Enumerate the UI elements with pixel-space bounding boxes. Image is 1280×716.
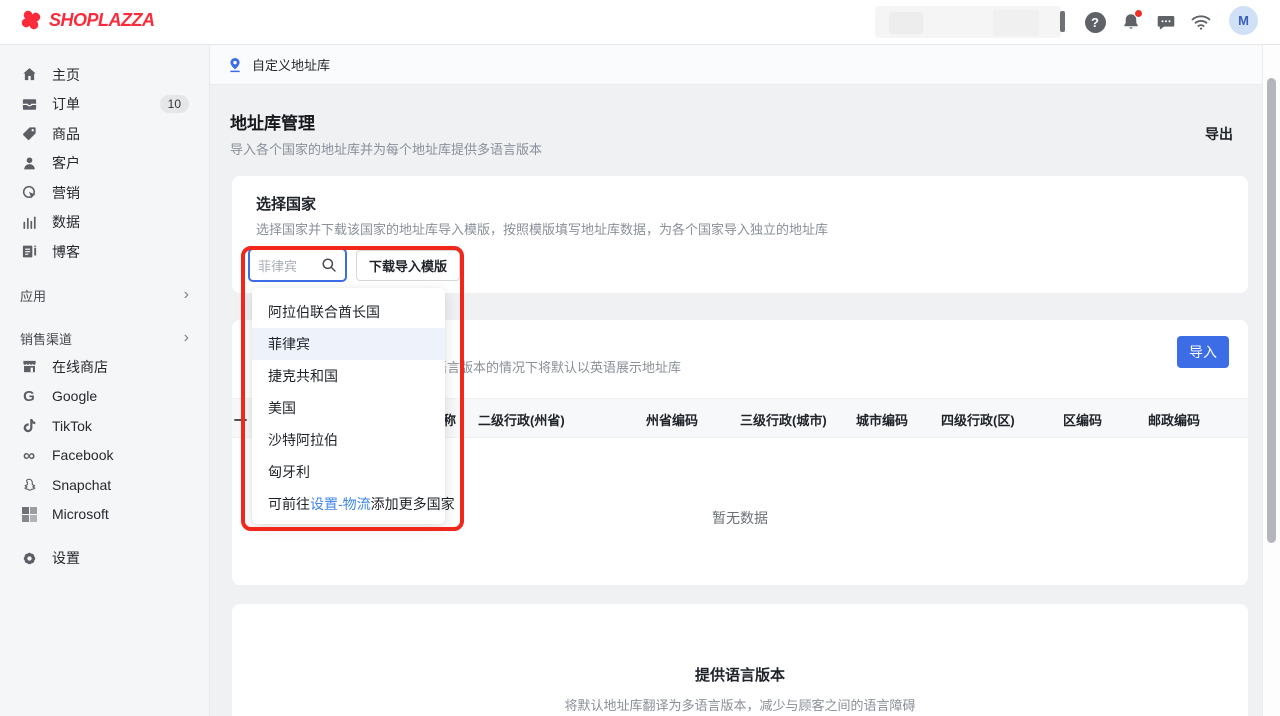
language-card-description: 将默认地址库翻译为多语言版本，减少与顾客之间的语言障碍	[232, 695, 1248, 714]
table-header-district: 四级行政(区)	[941, 399, 1015, 439]
person-icon	[20, 154, 38, 172]
avatar[interactable]: M	[1229, 6, 1258, 35]
sidebar: 主页 订单 10 商品 客户 营销 数据 博客 应用	[0, 45, 210, 716]
dropdown-option-philippines[interactable]: 菲律宾	[252, 328, 445, 360]
shoplazza-logo-icon	[20, 9, 42, 31]
orders-count-badge: 10	[160, 95, 189, 113]
dropdown-option-czech[interactable]: 捷克共和国	[252, 360, 445, 392]
snapchat-ghost-icon	[20, 476, 38, 494]
tiktok-icon	[20, 417, 38, 435]
chevron-right-icon: ›	[184, 330, 189, 346]
sidebar-item-home[interactable]: 主页	[0, 60, 209, 90]
sidebar-item-google[interactable]: G Google	[0, 382, 209, 412]
orders-icon	[20, 95, 38, 113]
dropdown-option-usa[interactable]: 美国	[252, 392, 445, 424]
sidebar-item-products[interactable]: 商品	[0, 119, 209, 149]
sidebar-item-online-store[interactable]: 在线商店	[0, 352, 209, 382]
blog-icon	[20, 243, 38, 261]
chevron-right-icon: ›	[184, 287, 189, 303]
scrollbar-track[interactable]	[1262, 45, 1280, 716]
wifi-icon[interactable]	[1189, 10, 1213, 34]
table-header-district-code: 区编码	[1063, 399, 1102, 439]
storefront-icon	[20, 358, 38, 376]
target-icon	[20, 184, 38, 202]
table-header-state: 二级行政(州省)	[478, 399, 565, 439]
sidebar-item-marketing[interactable]: 营销	[0, 178, 209, 208]
table-header-city: 三级行政(城市)	[740, 399, 827, 439]
page-subtitle: 导入各个国家的地址库并为每个地址库提供多语言版本	[230, 139, 542, 158]
library-description: 多语言版本的情况下将默认以英语展示地址库	[421, 357, 681, 376]
gear-icon	[20, 549, 38, 567]
topbar: SHOPLAZZA ? M	[0, 0, 1280, 45]
sidebar-item-customers[interactable]: 客户	[0, 149, 209, 179]
sidebar-item-tiktok[interactable]: TikTok	[0, 411, 209, 441]
chat-icon[interactable]	[1154, 10, 1178, 34]
redacted-mark	[1060, 11, 1065, 32]
table-header-city-code: 城市编码	[856, 399, 908, 439]
page-title: 地址库管理	[230, 109, 315, 134]
table-header-state-code: 州省编码	[646, 399, 698, 439]
redacted-search-area[interactable]	[875, 6, 1061, 38]
sidebar-section-apps[interactable]: 应用 ›	[0, 280, 209, 310]
country-search-value: 菲律宾	[258, 256, 315, 275]
sidebar-item-snapchat[interactable]: Snapchat	[0, 470, 209, 500]
dropdown-option-saudi[interactable]: 沙特阿拉伯	[252, 424, 445, 456]
sidebar-item-data[interactable]: 数据	[0, 208, 209, 238]
home-icon	[20, 66, 38, 84]
sidebar-item-settings[interactable]: 设置	[0, 543, 209, 573]
dropdown-option-uae[interactable]: 阿拉伯联合酋长国	[252, 296, 445, 328]
location-pin-icon	[228, 57, 242, 73]
scrollbar-thumb[interactable]	[1267, 78, 1276, 543]
search-icon	[321, 257, 337, 273]
settings-shipping-link[interactable]: 设置-物流	[310, 494, 371, 514]
select-country-title: 选择国家	[256, 193, 316, 214]
sidebar-item-blog[interactable]: 博客	[0, 237, 209, 267]
help-icon[interactable]: ?	[1083, 10, 1107, 34]
sidebar-item-facebook[interactable]: ∞ Facebook	[0, 441, 209, 471]
sidebar-item-orders[interactable]: 订单 10	[0, 90, 209, 120]
breadcrumb-label[interactable]: 自定义地址库	[252, 55, 330, 74]
table-header-postal-code: 邮政编码	[1148, 399, 1200, 439]
country-dropdown: 阿拉伯联合酋长国 菲律宾 捷克共和国 美国 沙特阿拉伯 匈牙利 可前往 设置-物…	[252, 288, 445, 524]
dropdown-footer: 可前往 设置-物流 添加更多国家	[252, 488, 445, 520]
google-icon: G	[20, 387, 38, 405]
language-version-card: 提供语言版本 将默认地址库翻译为多语言版本，减少与顾客之间的语言障碍	[232, 604, 1248, 716]
notification-dot	[1135, 10, 1142, 17]
sidebar-item-microsoft[interactable]: Microsoft	[0, 500, 209, 530]
bar-chart-icon	[20, 213, 38, 231]
language-card-title: 提供语言版本	[232, 664, 1248, 685]
breadcrumb: 自定义地址库	[210, 45, 1280, 85]
tag-icon	[20, 125, 38, 143]
notifications-bell-icon[interactable]	[1119, 10, 1143, 34]
sidebar-section-sales-channels[interactable]: 销售渠道 ›	[0, 323, 209, 353]
select-country-description: 选择国家并下载该国家的地址库导入模版，按照模版填写地址库数据，为各个国家导入独立…	[256, 219, 828, 238]
export-button[interactable]: 导出	[1205, 124, 1233, 144]
main-content: 自定义地址库 地址库管理 导入各个国家的地址库并为每个地址库提供多语言版本 导出…	[210, 45, 1280, 716]
import-button[interactable]: 导入	[1177, 336, 1229, 368]
brand-name: SHOPLAZZA	[49, 10, 155, 31]
dropdown-option-hungary[interactable]: 匈牙利	[252, 456, 445, 488]
microsoft-icon	[20, 505, 38, 523]
table-header-fragment-left: 一	[234, 399, 247, 439]
country-search-input[interactable]: 菲律宾	[248, 248, 347, 282]
download-template-button[interactable]: 下载导入模版	[356, 250, 460, 281]
meta-icon: ∞	[20, 446, 38, 464]
shoplazza-logo[interactable]: SHOPLAZZA	[20, 9, 155, 31]
select-country-card: 选择国家 选择国家并下载该国家的地址库导入模版，按照模版填写地址库数据，为各个国…	[232, 176, 1248, 293]
